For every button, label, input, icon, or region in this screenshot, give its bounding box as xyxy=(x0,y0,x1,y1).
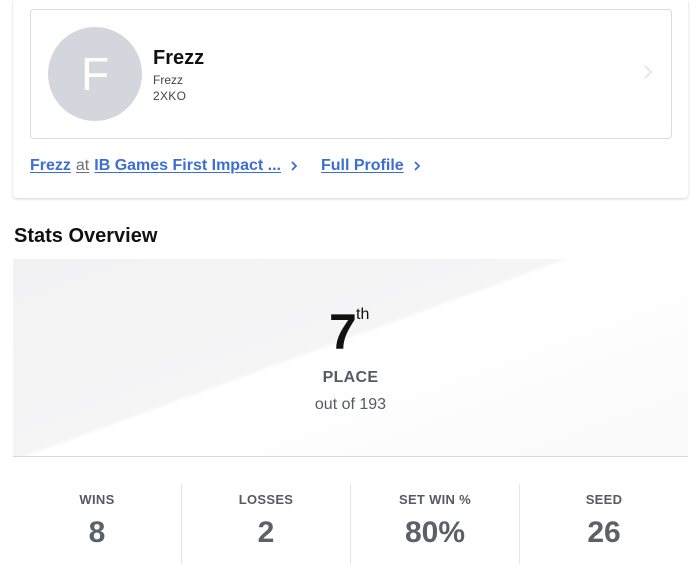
placement-label: PLACE xyxy=(322,369,379,386)
placement-number: 7 xyxy=(329,304,357,360)
player-card[interactable]: F Frezz Frezz 2XKO xyxy=(30,9,672,139)
chevron-right-icon xyxy=(291,161,298,171)
stat-label: LOSSES xyxy=(238,492,294,507)
stat-value: 26 xyxy=(587,516,621,549)
placement-summary: 7 th PLACE out of 193 xyxy=(13,259,688,457)
full-profile-link[interactable]: Full Profile xyxy=(321,157,404,175)
full-profile-button[interactable]: Full Profile xyxy=(321,157,422,175)
stat-label: WINS xyxy=(79,492,115,507)
profile-links: Frezz at IB Games First Impact ... Full … xyxy=(30,156,422,176)
stat-label: SET WIN % xyxy=(398,492,472,507)
player-link[interactable]: Frezz xyxy=(30,157,71,175)
stat-wins: WINS 8 xyxy=(13,484,181,564)
stat-value: 8 xyxy=(88,516,106,549)
chevron-right-icon xyxy=(414,161,420,171)
player-name: Frezz xyxy=(153,47,205,69)
profile-panel: F Frezz Frezz 2XKO Frezz at IB Games Fir… xyxy=(13,0,688,198)
avatar: F xyxy=(48,27,142,121)
stat-seed: SEED 26 xyxy=(519,484,688,564)
stats-panel: 7 th PLACE out of 193 WINS 8 LOSSES 2 SE… xyxy=(13,259,688,588)
link-connector: at xyxy=(75,157,90,174)
chevron-right-icon xyxy=(644,65,653,79)
stat-losses: LOSSES 2 xyxy=(181,484,350,564)
stat-label: SEED xyxy=(585,492,623,507)
stat-value: 2 xyxy=(257,516,275,549)
stat-set-win-percent: SET WIN % 80% xyxy=(350,484,519,564)
avatar-letter: F xyxy=(80,48,110,100)
stat-grid: WINS 8 LOSSES 2 SET WIN % 80% SEED 26 xyxy=(13,484,688,564)
stats-overview-heading: Stats Overview xyxy=(14,225,158,247)
event-link[interactable]: IB Games First Impact ... xyxy=(94,157,281,175)
player-game: 2XKO xyxy=(153,89,187,103)
placement-suffix: th xyxy=(356,306,370,323)
placement-out-of: out of 193 xyxy=(314,396,387,413)
stat-value: 80% xyxy=(404,516,466,549)
player-tag: Frezz xyxy=(153,73,183,87)
